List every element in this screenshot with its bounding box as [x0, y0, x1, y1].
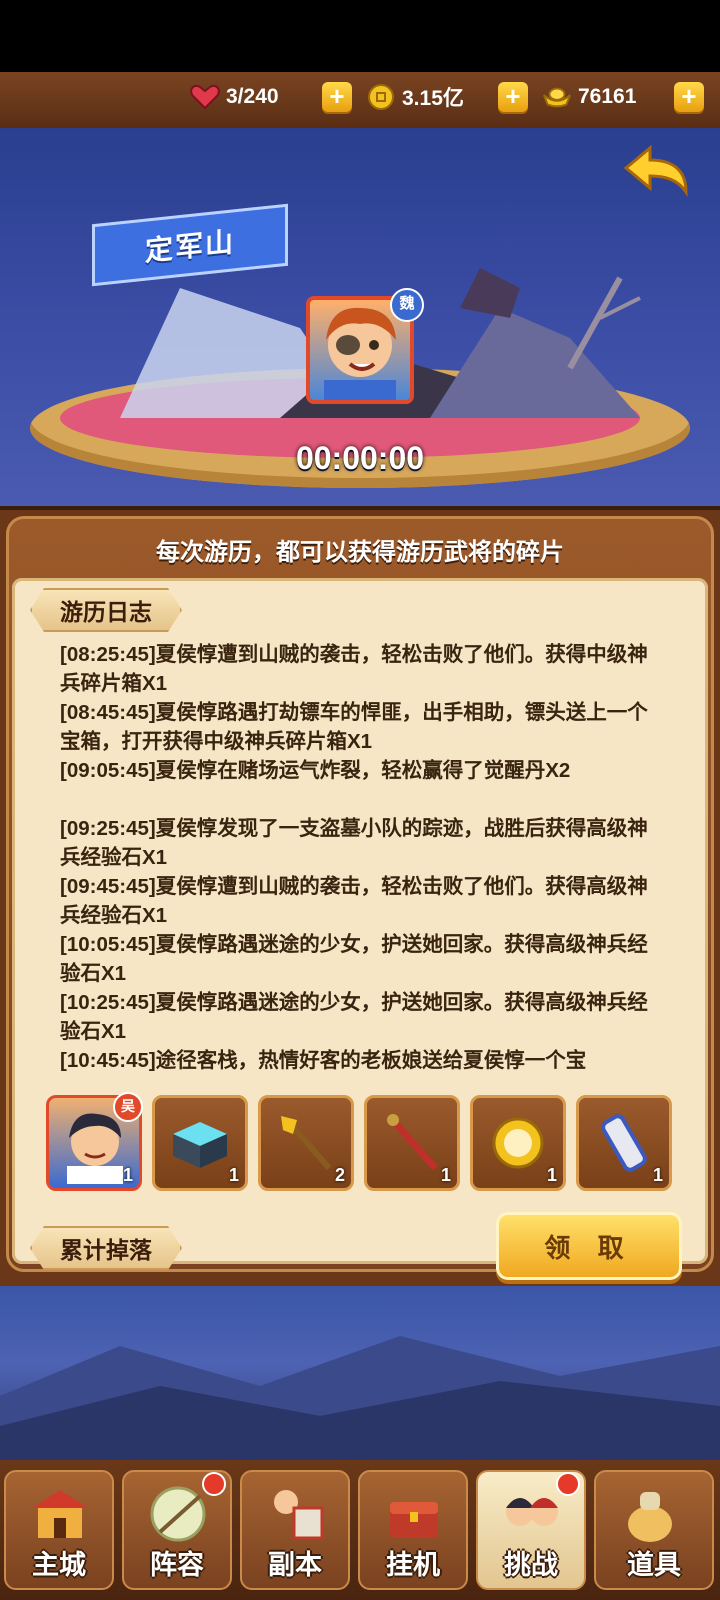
travel-log[interactable]: [08:25:45]夏侯惇遭到山贼的袭击，轻松击败了他们。获得中级神兵碎片箱X1… — [60, 640, 660, 1080]
tech-box-icon — [173, 1122, 227, 1168]
item-slot-gold-compass[interactable]: 1 — [470, 1095, 566, 1191]
gold-value: 76161 — [578, 85, 637, 108]
nav-label: 阵容 — [150, 1550, 204, 1580]
heart-icon — [190, 84, 220, 110]
item-slot-hero[interactable]: 吴 1 — [46, 1092, 143, 1191]
travel-scene: 定军山 魏 00:00:00 — [0, 128, 720, 508]
challenge-heroes-icon — [506, 1498, 558, 1526]
claim-button[interactable]: 领 取 — [496, 1212, 682, 1280]
nav-label: 道具 — [627, 1550, 681, 1580]
stamina-value: 3/240 — [226, 85, 279, 108]
item-slot-tech-box[interactable]: 1 — [152, 1095, 248, 1191]
gold-resource: 76161 — [542, 80, 636, 114]
notification-dot — [556, 1472, 580, 1496]
nav-label: 主城 — [32, 1550, 86, 1580]
log-line: [08:45:45]夏侯惇路遇打劫镖车的悍匪，出手相助，镖头送上一个宝箱，打开获… — [60, 701, 648, 753]
item-count: 2 — [334, 1165, 345, 1185]
log-line: [10:05:45]夏侯惇路遇迷途的少女，护送她回家。获得高级神兵经验石X1 — [60, 933, 648, 985]
coin-icon — [366, 84, 396, 110]
status-bar — [0, 0, 720, 72]
coins-value: 3.15亿 — [402, 87, 464, 110]
log-line: [09:05:45]夏侯惇在赌场运气炸裂，轻松赢得了觉醒丹X2 — [60, 759, 571, 782]
item-count: 1 — [546, 1165, 557, 1185]
item-slot-red-spear[interactable]: 1 — [364, 1095, 460, 1191]
add-coins-button[interactable]: + — [498, 82, 528, 112]
item-slot-golden-staff[interactable]: 2 — [258, 1095, 354, 1191]
panel-subtitle: 每次游历，都可以获得游历武将的碎片 — [156, 539, 564, 566]
scroll-tube-icon — [601, 1114, 647, 1172]
item-badge: 吴 — [113, 1092, 143, 1122]
add-stamina-button[interactable]: + — [322, 82, 352, 112]
location-name: 定军山 — [144, 226, 235, 267]
mountains-illustration — [0, 1336, 720, 1460]
bottom-nav: 主城 阵容 副本 挂机 挑战 道具 — [0, 1460, 720, 1600]
notification-dot — [202, 1472, 226, 1496]
items-bag-icon — [628, 1492, 672, 1542]
nav-dungeon[interactable]: 副本 — [240, 1470, 350, 1590]
log-line: [09:45:45]夏侯惇遭到山贼的袭击，轻松击败了他们。获得高级神兵经验石X1 — [60, 875, 648, 927]
nav-label: 挑战 — [504, 1550, 558, 1580]
faction-badge: 魏 — [390, 288, 424, 322]
nav-idle[interactable]: 挂机 — [358, 1470, 468, 1590]
nav-challenge[interactable]: 挑战 — [476, 1470, 586, 1590]
nav-label: 副本 — [268, 1550, 322, 1580]
coins-resource: 3.15亿 — [366, 80, 464, 114]
log-tab: 游历日志 — [30, 588, 182, 632]
item-count: 1 — [228, 1165, 239, 1185]
idle-chest-icon — [390, 1502, 438, 1538]
nav-items[interactable]: 道具 — [594, 1470, 714, 1590]
travel-timer: 00:00:00 — [295, 440, 425, 476]
formation-icon — [150, 1486, 206, 1542]
city-gate-icon — [32, 1490, 88, 1538]
log-line: [09:25:45]夏侯惇发现了一支盗墓小队的踪迹，战胜后获得高级神兵经验石X1 — [60, 817, 648, 869]
log-line: [10:25:45]夏侯惇路遇迷途的少女，护送她回家。获得高级神兵经验石X1 — [60, 991, 648, 1043]
nav-city[interactable]: 主城 — [4, 1470, 114, 1590]
item-slot-scroll-tube[interactable]: 1 — [576, 1095, 672, 1191]
golden-staff-icon — [281, 1116, 332, 1170]
gold-ingot-icon — [542, 84, 572, 110]
nav-formation[interactable]: 阵容 — [122, 1470, 232, 1590]
dungeon-icon — [274, 1490, 324, 1540]
back-arrow-icon[interactable] — [622, 142, 692, 202]
stamina-resource: 3/240 — [190, 80, 279, 114]
item-count: 1 — [122, 1165, 133, 1185]
drop-items-row: 吴 1 1 2 1 1 1 — [46, 1092, 676, 1199]
landscape-backdrop — [0, 1286, 720, 1460]
nav-label: 挂机 — [386, 1550, 440, 1580]
drops-tab: 累计掉落 — [30, 1226, 182, 1270]
item-count: 1 — [652, 1165, 663, 1185]
gold-compass-icon — [492, 1117, 544, 1169]
red-spear-icon — [387, 1114, 438, 1171]
add-gold-button[interactable]: + — [674, 82, 704, 112]
item-count: 1 — [440, 1165, 451, 1185]
log-line — [60, 785, 660, 814]
log-line: [08:25:45]夏侯惇遭到山贼的袭击，轻松击败了他们。获得中级神兵碎片箱X1 — [60, 643, 648, 695]
log-line: [10:45:45]途径客栈，热情好客的老板娘送给夏侯惇一个宝 — [60, 1049, 587, 1072]
resource-bar: 3/240 + 3.15亿 + 76161 + — [0, 72, 720, 132]
